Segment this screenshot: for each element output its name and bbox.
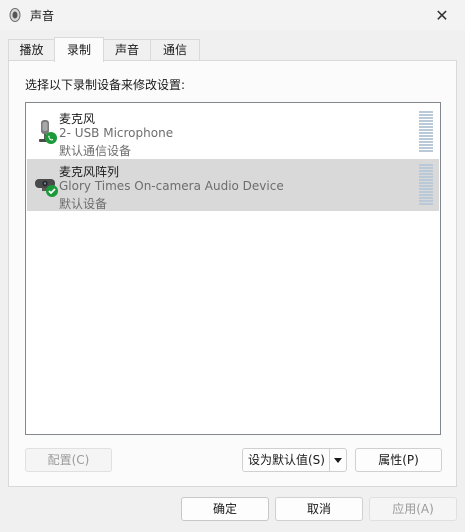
- title-bar: 声音 ✕: [0, 0, 465, 30]
- set-default-label: 设为默认值(S): [248, 453, 325, 467]
- device-status: 默认通信设备: [59, 144, 132, 158]
- webcam-microphone-icon: [35, 179, 58, 197]
- device-list[interactable]: 麦克风 2- USB Microphone 默认通信设备 麦克风阵列 Glory…: [25, 102, 441, 435]
- level-meter: [419, 111, 433, 153]
- tab-playback[interactable]: 播放: [8, 39, 55, 60]
- microphone-icon: [39, 120, 57, 144]
- close-icon: ✕: [435, 5, 449, 25]
- tab-recording[interactable]: 录制: [54, 37, 104, 62]
- window-title: 声音: [30, 9, 55, 23]
- ok-button[interactable]: 确定: [181, 497, 269, 521]
- tab-communications[interactable]: 通信: [150, 39, 200, 60]
- set-default-button[interactable]: 设为默认值(S): [242, 448, 347, 472]
- device-item[interactable]: 麦克风 2- USB Microphone 默认通信设备: [27, 106, 439, 158]
- device-description: 2- USB Microphone: [59, 126, 174, 140]
- cancel-button[interactable]: 取消: [275, 497, 363, 521]
- check-badge-icon: [46, 185, 58, 197]
- speaker-icon: [9, 8, 21, 22]
- device-name: 麦克风: [59, 112, 96, 126]
- apply-button[interactable]: 应用(A): [369, 497, 457, 521]
- instruction-text: 选择以下录制设备来修改设置:: [25, 78, 186, 92]
- device-status: 默认设备: [59, 197, 108, 211]
- tab-sounds[interactable]: 声音: [103, 39, 151, 60]
- device-name: 麦克风阵列: [59, 165, 120, 179]
- dropdown-arrow-icon[interactable]: [329, 449, 346, 471]
- close-button[interactable]: ✕: [419, 0, 465, 30]
- phone-badge-icon: [45, 132, 57, 144]
- recording-panel: 选择以下录制设备来修改设置: 麦克风 2- USB Microphone 默认通…: [8, 60, 457, 487]
- device-description: Glory Times On-camera Audio Device: [59, 179, 284, 193]
- configure-button[interactable]: 配置(C): [25, 448, 112, 472]
- device-item-selected[interactable]: 麦克风阵列 Glory Times On-camera Audio Device…: [27, 159, 439, 211]
- level-meter: [419, 164, 433, 206]
- properties-button[interactable]: 属性(P): [355, 448, 442, 472]
